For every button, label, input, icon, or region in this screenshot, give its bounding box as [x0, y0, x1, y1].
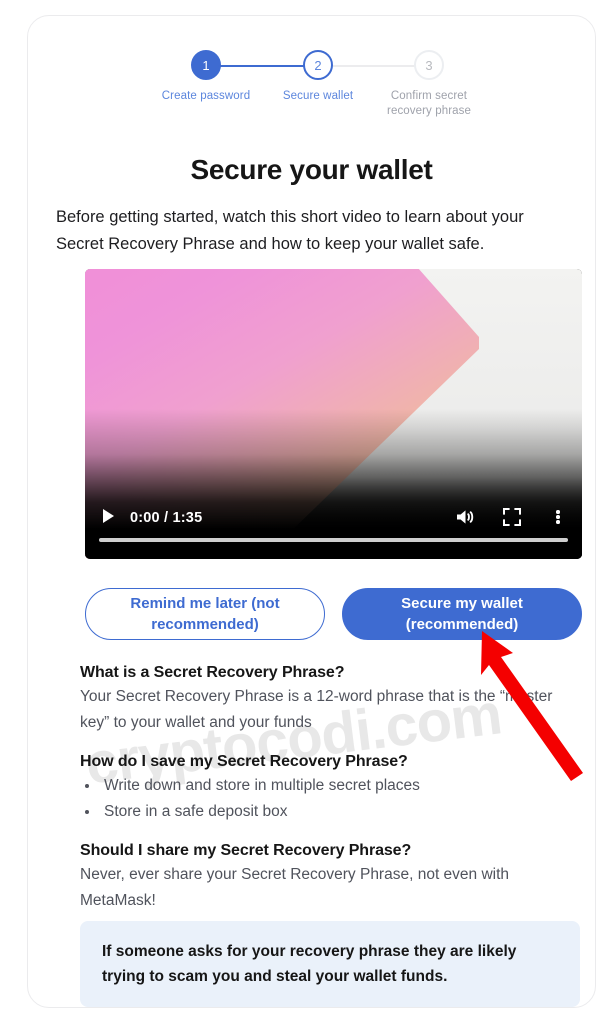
stepper-step-2-label: Secure wallet	[282, 90, 354, 102]
faq-answer: Your Secret Recovery Phrase is a 12-word…	[80, 688, 553, 731]
page-root: 1 Create password 2 Secure wallet 3 Conf…	[0, 0, 610, 1024]
fullscreen-icon[interactable]	[500, 505, 524, 529]
video-right-controls	[454, 505, 570, 529]
onboarding-stepper: 1 Create password 2 Secure wallet 3 Conf…	[156, 50, 471, 140]
faq-answer: Never, ever share your Secret Recovery P…	[80, 866, 510, 909]
list-item: Write down and store in multiple secret …	[100, 773, 580, 799]
stepper-step-3[interactable]: 3 Confirm secret recovery phrase	[384, 50, 474, 119]
action-button-row: Remind me later (not recommended) Secure…	[85, 588, 582, 640]
page-title: Secure your wallet	[190, 154, 433, 185]
video-controls-bar: 0:00 / 1:35	[85, 487, 582, 559]
stepper-step-3-circle: 3	[414, 50, 444, 80]
stepper-step-1-label: Create password	[161, 90, 251, 102]
video-time-display: 0:00 / 1:35	[130, 510, 203, 526]
faq-question: What is a Secret Recovery Phrase?	[80, 664, 345, 681]
volume-icon[interactable]	[454, 505, 478, 529]
secure-my-wallet-button[interactable]: Secure my wallet (recommended)	[342, 588, 582, 640]
faq-item-1: What is a Secret Recovery Phrase? Your S…	[80, 664, 580, 736]
faq-item-3: Should I share my Secret Recovery Phrase…	[80, 842, 580, 914]
stepper-step-2[interactable]: 2 Secure wallet	[273, 50, 363, 104]
video-progress-bar[interactable]	[99, 538, 568, 542]
page-subtitle: Before getting started, watch this short…	[56, 208, 524, 253]
faq-item-2: How do I save my Secret Recovery Phrase?…	[80, 753, 580, 825]
stepper-step-1-circle: 1	[191, 50, 221, 80]
faq-question: Should I share my Secret Recovery Phrase…	[80, 842, 412, 859]
stepper-step-3-label: Confirm secret recovery phrase	[387, 90, 471, 117]
faq-answer-list: Write down and store in multiple secret …	[80, 773, 580, 825]
stepper-step-1[interactable]: 1 Create password	[161, 50, 251, 104]
card-content: 1 Create password 2 Secure wallet 3 Conf…	[28, 16, 595, 1007]
play-icon[interactable]	[103, 509, 114, 523]
scam-warning-callout: If someone asks for your recovery phrase…	[80, 921, 580, 1007]
list-item: Store in a safe deposit box	[100, 799, 580, 825]
faq-question: How do I save my Secret Recovery Phrase?	[80, 753, 408, 770]
stepper-step-2-circle: 2	[303, 50, 333, 80]
remind-me-later-button[interactable]: Remind me later (not recommended)	[85, 588, 325, 640]
onboarding-card: 1 Create password 2 Secure wallet 3 Conf…	[27, 15, 596, 1008]
kebab-menu-icon[interactable]	[546, 505, 570, 529]
faq-section: What is a Secret Recovery Phrase? Your S…	[80, 664, 580, 931]
onboarding-video-player[interactable]: 0:00 / 1:35	[85, 269, 582, 559]
